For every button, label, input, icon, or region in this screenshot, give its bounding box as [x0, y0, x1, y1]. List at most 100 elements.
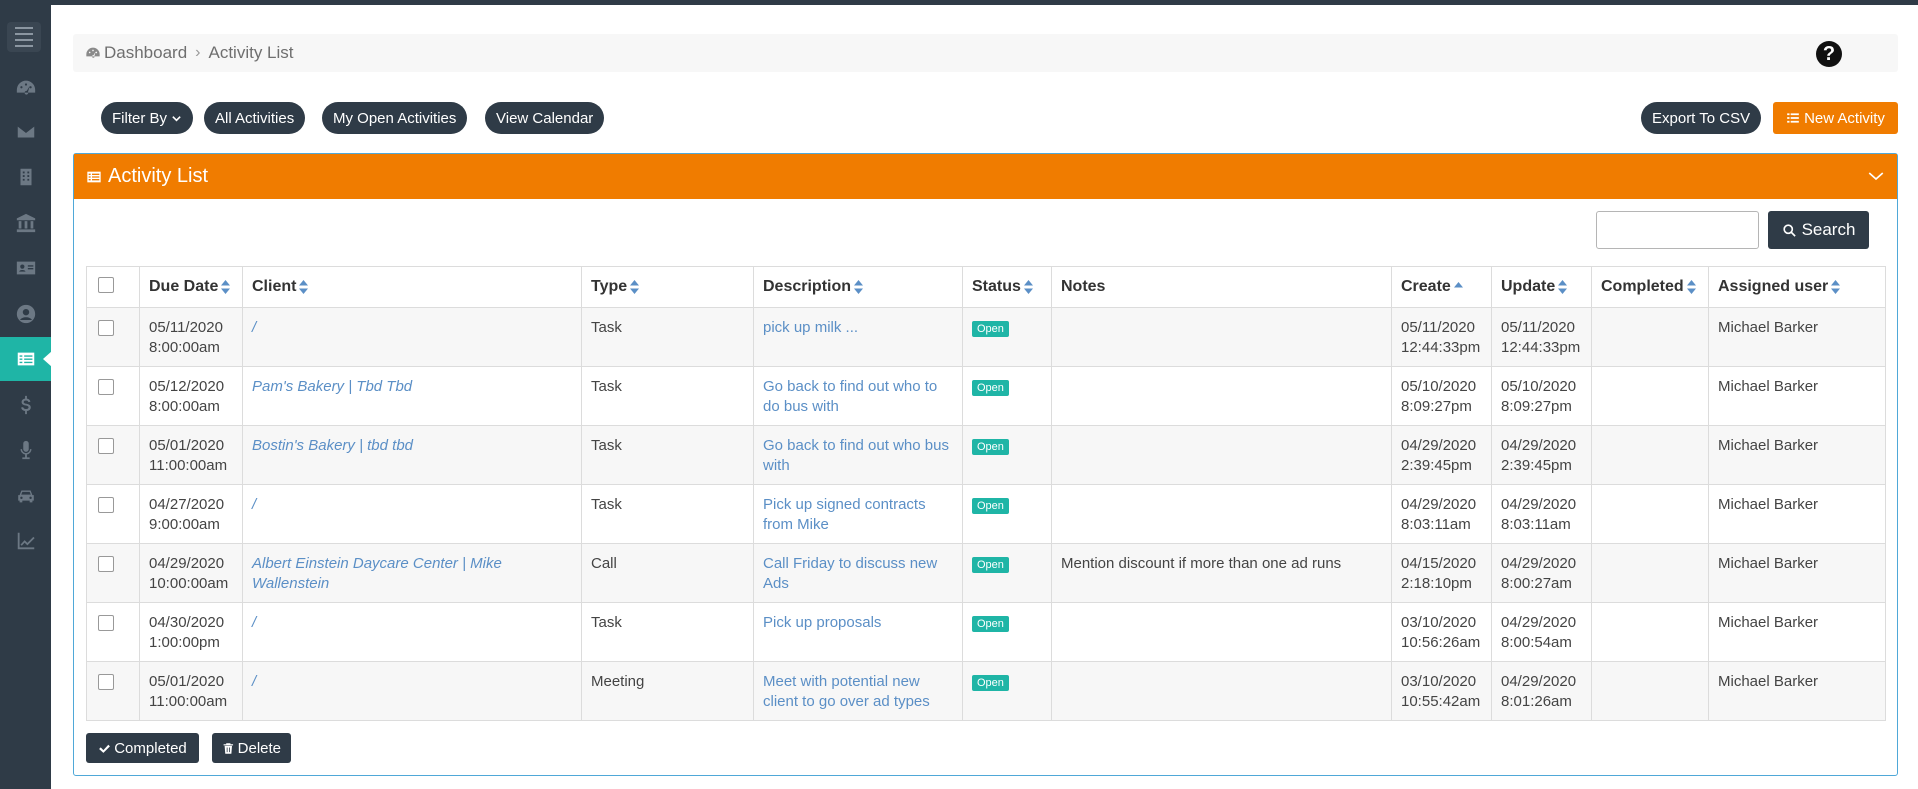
- sidebar-item-contacts[interactable]: [0, 246, 51, 290]
- sidebar-item-mail[interactable]: [0, 110, 51, 154]
- building-icon: [20, 168, 31, 186]
- status-cell: Open: [962, 425, 1052, 485]
- client-link[interactable]: Bostin's Bakery | tbd tbd: [252, 437, 413, 454]
- sidebar-item-bank[interactable]: [0, 201, 51, 245]
- sidebar-item-users[interactable]: [0, 292, 51, 336]
- client-link[interactable]: /: [252, 614, 256, 631]
- list-icon: [87, 171, 101, 182]
- sidebar-item-dashboard[interactable]: [0, 66, 51, 110]
- row-checkbox[interactable]: [98, 615, 114, 631]
- due-date-cell: 04/27/2020 9:00:00am: [139, 484, 243, 544]
- description-link[interactable]: Pick up signed contracts from Mike: [763, 496, 926, 533]
- breadcrumb: Dashboard › Activity List: [73, 34, 1898, 72]
- type-cell: Task: [581, 484, 754, 544]
- search-input[interactable]: [1596, 211, 1759, 249]
- sidebar-item-buildings[interactable]: [0, 155, 51, 199]
- dashboard-icon: [86, 47, 100, 58]
- sort-icon: [630, 279, 640, 294]
- my-open-activities-button[interactable]: My Open Activities: [322, 102, 468, 134]
- description-cell: Call Friday to discuss new Ads: [753, 543, 963, 603]
- description-link[interactable]: Call Friday to discuss new Ads: [763, 555, 937, 592]
- sort-icon: [1831, 279, 1841, 294]
- sort-icon: [221, 279, 231, 294]
- table-row: 05/12/2020 8:00:00am Pam's Bakery | Tbd T…: [86, 366, 1886, 426]
- client-link[interactable]: Pam's Bakery | Tbd Tbd: [252, 378, 412, 395]
- delete-button[interactable]: Delete: [212, 733, 291, 763]
- sidebar-item-reports[interactable]: [0, 519, 51, 563]
- sidebar-item-audio[interactable]: [0, 428, 51, 472]
- col-due-date[interactable]: Due Date: [139, 266, 243, 308]
- notes-cell: [1051, 484, 1392, 544]
- new-activity-button[interactable]: New Activity: [1773, 102, 1898, 134]
- status-badge: Open: [972, 616, 1009, 632]
- sort-asc-icon: [1453, 280, 1463, 294]
- client-cell: /: [242, 602, 582, 662]
- due-date-cell: 05/11/2020 8:00:00am: [139, 307, 243, 367]
- menu-icon: [15, 27, 33, 29]
- car-icon: [17, 490, 34, 503]
- type-cell: Task: [581, 366, 754, 426]
- col-type[interactable]: Type: [581, 266, 754, 308]
- completed-cell: [1591, 366, 1709, 426]
- row-checkbox[interactable]: [98, 379, 114, 395]
- help-icon[interactable]: ?: [1816, 41, 1842, 67]
- col-completed[interactable]: Completed: [1591, 266, 1709, 308]
- sidebar-item-activities[interactable]: [0, 337, 52, 381]
- row-checkbox[interactable]: [98, 497, 114, 513]
- type-cell: Meeting: [581, 661, 754, 721]
- assigned-user-cell: Michael Barker: [1708, 307, 1886, 367]
- col-create[interactable]: Create: [1391, 266, 1492, 308]
- search-button[interactable]: Search: [1768, 211, 1869, 249]
- client-link[interactable]: /: [252, 496, 256, 513]
- row-checkbox[interactable]: [98, 438, 114, 454]
- client-cell: /: [242, 484, 582, 544]
- mark-completed-button[interactable]: Completed: [86, 733, 199, 763]
- sidebar-item-billing[interactable]: [0, 383, 51, 427]
- description-link[interactable]: Go back to find out who bus with: [763, 437, 949, 474]
- breadcrumb-dashboard-link[interactable]: Dashboard: [104, 43, 187, 63]
- description-link[interactable]: Meet with potential new client to go ove…: [763, 673, 930, 710]
- sort-icon: [1023, 279, 1033, 294]
- client-link[interactable]: /: [252, 319, 256, 336]
- row-checkbox[interactable]: [98, 674, 114, 690]
- select-all-checkbox[interactable]: [98, 276, 114, 293]
- client-cell: Pam's Bakery | Tbd Tbd: [242, 366, 582, 426]
- description-link[interactable]: pick up milk ...: [763, 319, 858, 336]
- update-cell: 05/10/2020 8:09:27pm: [1491, 366, 1592, 426]
- all-activities-button[interactable]: All Activities: [204, 102, 306, 134]
- client-link[interactable]: Albert Einstein Daycare Center | Mike Wa…: [252, 555, 502, 592]
- col-client[interactable]: Client: [242, 266, 582, 308]
- sort-icon: [299, 279, 309, 294]
- completed-cell: [1591, 602, 1709, 662]
- type-cell: Task: [581, 307, 754, 367]
- assigned-user-cell: Michael Barker: [1708, 484, 1886, 544]
- col-status[interactable]: Status: [962, 266, 1052, 308]
- top-bar: [0, 0, 1918, 5]
- col-update[interactable]: Update: [1491, 266, 1592, 308]
- completed-cell: [1591, 425, 1709, 485]
- client-cell: /: [242, 307, 582, 367]
- description-link[interactable]: Go back to find out who to do bus with: [763, 378, 937, 415]
- row-checkbox[interactable]: [98, 320, 114, 336]
- status-badge: Open: [972, 498, 1009, 514]
- col-description[interactable]: Description: [753, 266, 963, 308]
- id-card-icon: [16, 261, 35, 275]
- export-csv-button[interactable]: Export To CSV: [1641, 102, 1762, 134]
- sidebar-item-vehicles[interactable]: [0, 474, 51, 518]
- type-cell: Call: [581, 543, 754, 603]
- col-assigned-user[interactable]: Assigned user: [1708, 266, 1886, 308]
- create-cell: 04/15/2020 2:18:10pm: [1391, 543, 1492, 603]
- description-link[interactable]: Pick up proposals: [763, 614, 881, 631]
- menu-toggle-button[interactable]: [7, 22, 41, 52]
- completed-cell: [1591, 543, 1709, 603]
- row-checkbox[interactable]: [98, 556, 114, 572]
- client-link[interactable]: /: [252, 673, 256, 690]
- col-notes: Notes: [1051, 266, 1392, 308]
- sort-icon: [854, 279, 864, 294]
- view-calendar-button[interactable]: View Calendar: [485, 102, 605, 134]
- filter-by-button[interactable]: Filter By: [101, 102, 194, 134]
- collapse-button[interactable]: [1867, 167, 1885, 185]
- due-date-cell: 05/01/2020 11:00:00am: [139, 425, 243, 485]
- due-date-cell: 04/30/2020 1:00:00pm: [139, 602, 243, 662]
- update-cell: 04/29/2020 8:01:26am: [1491, 661, 1592, 721]
